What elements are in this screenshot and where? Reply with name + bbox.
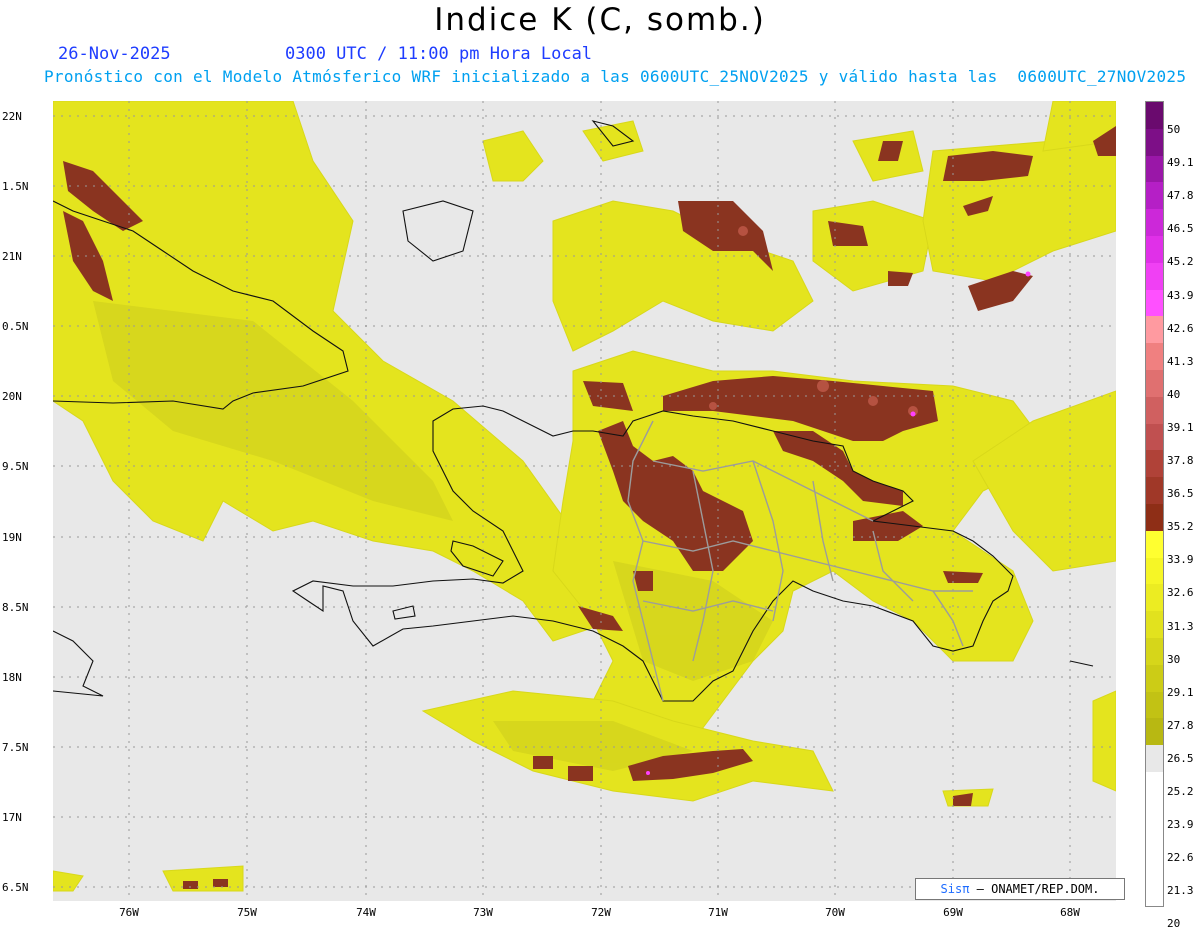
lat-label: 7.5N xyxy=(2,741,29,754)
colorbar-label: 31.3 xyxy=(1167,619,1194,633)
colorbar-label: 47.8 xyxy=(1167,189,1194,203)
lon-label: 70W xyxy=(825,906,845,919)
colorbar-swatch xyxy=(1146,316,1163,344)
lat-label: 22N xyxy=(2,110,22,123)
colorbar-label: 33.9 xyxy=(1167,553,1194,567)
colorbar-label: 26.5 xyxy=(1167,751,1194,765)
colorbar-label: 50 xyxy=(1167,123,1181,136)
lon-label: 71W xyxy=(708,906,728,919)
colorbar-label: 46.5 xyxy=(1167,222,1194,236)
lon-label: 76W xyxy=(119,906,139,919)
k-index-field xyxy=(53,101,1116,901)
colorbar-label: 41.3 xyxy=(1167,354,1194,368)
colorbar-swatch xyxy=(1146,262,1163,290)
colorbar-swatch xyxy=(1146,343,1163,370)
colorbar-swatch xyxy=(1146,102,1163,129)
colorbar-swatch xyxy=(1146,155,1163,183)
lon-label: 68W xyxy=(1060,906,1080,919)
colorbar-swatch xyxy=(1146,423,1163,451)
colorbar-label: 43.9 xyxy=(1167,288,1194,302)
colorbar-label: 39.1 xyxy=(1167,420,1194,434)
colorbar-label: 49.1 xyxy=(1167,156,1194,170)
colorbar-swatch xyxy=(1146,584,1163,612)
lat-label: 17N xyxy=(2,811,22,824)
map-panel[interactable] xyxy=(53,101,1116,901)
colorbar-label: 20 xyxy=(1167,917,1181,930)
lat-label: 18N xyxy=(2,671,22,684)
colorbar-swatch xyxy=(1146,691,1163,719)
colorbar-label: 45.2 xyxy=(1167,255,1194,269)
colorbar-label: 40 xyxy=(1167,387,1181,401)
colorbar-label: 32.6 xyxy=(1167,586,1194,600)
colorbar-label: 35.2 xyxy=(1167,520,1194,534)
colorbar-swatch xyxy=(1146,530,1163,558)
forecast-time: 0300 UTC / 11:00 pm Hora Local xyxy=(285,44,593,64)
colorbar-label: 36.5 xyxy=(1167,487,1194,501)
colorbar-swatch xyxy=(1146,182,1163,210)
lat-label: 9.5N xyxy=(2,460,29,473)
colorbar-swatch xyxy=(1146,209,1163,236)
lat-label: 1.5N xyxy=(2,180,29,193)
colorbar-swatch xyxy=(1146,450,1163,478)
lon-label: 75W xyxy=(237,906,257,919)
lat-label: 20N xyxy=(2,390,22,403)
colorbar-swatch xyxy=(1146,718,1163,746)
lon-label: 74W xyxy=(356,906,376,919)
lat-label: 8.5N xyxy=(2,601,29,614)
colorbar-label: 29.1 xyxy=(1167,685,1194,699)
colorbar-label: 22.6 xyxy=(1167,851,1194,865)
colorbar-swatch xyxy=(1146,289,1163,317)
colorbar-label: 27.8 xyxy=(1167,718,1194,732)
lon-label: 69W xyxy=(943,906,963,919)
colorbar-label: 42.6 xyxy=(1167,321,1194,335)
lat-label: 21N xyxy=(2,250,22,263)
credit-box: Sisπ – ONAMET/REP.DOM. xyxy=(915,878,1125,900)
colorbar-swatch xyxy=(1146,235,1163,263)
lon-label: 72W xyxy=(591,906,611,919)
map-title: Indice K (C, somb.) xyxy=(434,2,766,38)
lat-label: 19N xyxy=(2,531,22,544)
lat-label: 6.5N xyxy=(2,881,29,894)
colorbar-label: 23.9 xyxy=(1167,818,1194,832)
colorbar-label: 21.3 xyxy=(1167,884,1194,898)
colorbar-label: 25.2 xyxy=(1167,785,1194,798)
lat-label: 0.5N xyxy=(2,320,29,333)
colorbar-swatch xyxy=(1146,396,1163,424)
lon-label: 73W xyxy=(473,906,493,919)
colorbar-swatch xyxy=(1146,557,1163,585)
forecast-description: Pronóstico con el Modelo Atmósferico WRF… xyxy=(44,67,1187,86)
colorbar-label: 37.8 xyxy=(1167,454,1194,467)
forecast-date: 26-Nov-2025 xyxy=(58,44,171,64)
colorbar xyxy=(1145,101,1164,907)
colorbar-swatch xyxy=(1146,503,1163,531)
colorbar-swatch xyxy=(1146,745,1163,772)
colorbar-swatch xyxy=(1146,637,1163,665)
credit-text: – ONAMET/REP.DOM. xyxy=(976,882,1100,896)
colorbar-swatch xyxy=(1146,128,1163,156)
sis-logo-text: Sisπ xyxy=(940,882,970,896)
colorbar-swatch xyxy=(1146,611,1163,638)
colorbar-swatch xyxy=(1146,477,1163,504)
colorbar-swatch xyxy=(1146,664,1163,692)
colorbar-swatch xyxy=(1146,369,1163,397)
colorbar-label: 30 xyxy=(1167,652,1181,666)
